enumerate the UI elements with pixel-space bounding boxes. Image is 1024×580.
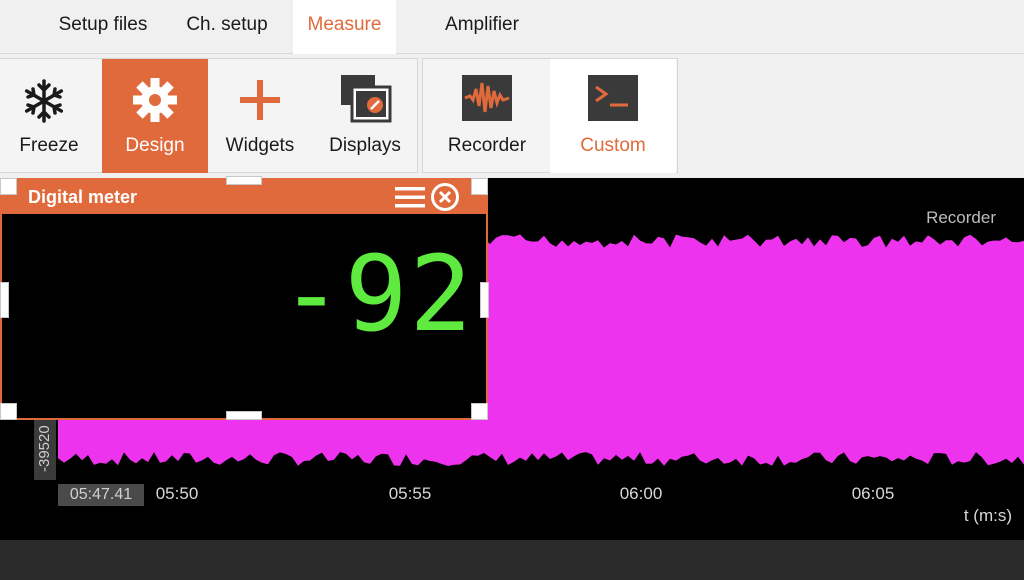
menu-bar: Setup files Ch. setup Measure Amplifier (0, 0, 1024, 54)
design-button[interactable]: Design (102, 59, 208, 173)
tab-amplifier[interactable]: Amplifier (430, 0, 534, 54)
displays-icon (312, 67, 418, 123)
terminal-icon (550, 67, 676, 123)
widgets-button[interactable]: Widgets (208, 59, 312, 173)
resize-handle-bottom-left[interactable] (0, 403, 17, 420)
custom-label: Custom (580, 135, 646, 156)
freeze-button[interactable]: Freeze (0, 59, 98, 173)
tab-setup-files[interactable]: Setup files (44, 0, 162, 54)
displays-button[interactable]: Displays (312, 59, 418, 173)
gear-icon (102, 67, 208, 123)
meter-header[interactable]: Digital meter (2, 180, 486, 214)
status-bar (0, 540, 1024, 580)
resize-handle-bottom-right[interactable] (471, 403, 488, 420)
meter-value: -92 (280, 233, 474, 355)
tab-ch-setup[interactable]: Ch. setup (172, 0, 282, 54)
resize-handle-right[interactable] (480, 282, 489, 318)
x-tick-label: 06:00 (619, 484, 663, 503)
close-icon[interactable] (430, 182, 460, 212)
x-axis-unit: t (m:s) (963, 506, 1012, 525)
plot-title: Recorder (926, 208, 996, 227)
snowflake-icon (0, 67, 98, 123)
ribbon: Freeze Design Widgets Displays Recorder … (0, 54, 1024, 178)
recorder-button[interactable]: Recorder (424, 59, 550, 173)
displays-label: Displays (329, 135, 401, 156)
plus-icon (208, 67, 312, 123)
design-label: Design (125, 135, 185, 156)
x-tick-label: 05:55 (388, 484, 432, 503)
y-axis-value: -39520 (34, 418, 56, 480)
hamburger-menu-icon[interactable] (394, 185, 426, 209)
resize-handle-bottom[interactable] (226, 411, 262, 420)
waveform-icon (424, 67, 550, 123)
resize-handle-top-left[interactable] (0, 178, 17, 195)
resize-handle-left[interactable] (0, 282, 9, 318)
cursor-time-readout: 05:47.41 (58, 484, 144, 506)
recorder-label: Recorder (447, 135, 527, 156)
widgets-label: Widgets (225, 135, 295, 156)
resize-handle-top-right[interactable] (471, 178, 488, 195)
x-tick-label: 06:05 (851, 484, 895, 503)
digital-meter-widget[interactable]: Digital meter -92 (0, 178, 488, 420)
x-tick-label: 05:50 (155, 484, 199, 503)
custom-button[interactable]: Custom (550, 59, 676, 173)
meter-title: Digital meter (28, 187, 138, 207)
resize-handle-top[interactable] (226, 176, 262, 185)
freeze-label: Freeze (19, 135, 79, 156)
tab-measure[interactable]: Measure (293, 0, 396, 54)
